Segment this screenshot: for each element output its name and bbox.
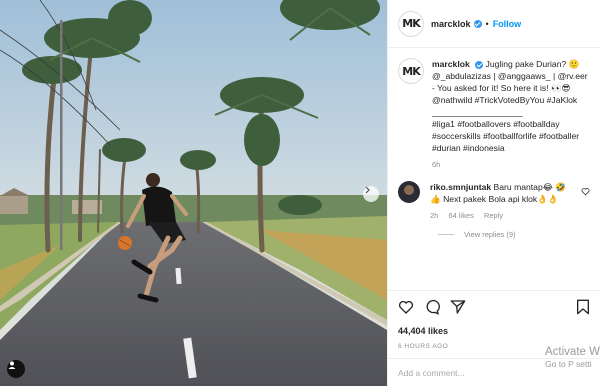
- caption-age[interactable]: 6h: [432, 160, 440, 169]
- mk-logo: MK: [402, 17, 421, 30]
- action-icons: [398, 298, 590, 316]
- replies-line: [438, 234, 454, 235]
- comment-item: riko.smnjuntak Baru mantap😂 🤣👍 Next pake…: [398, 181, 590, 220]
- view-replies-label: View replies (9): [464, 230, 516, 239]
- header-separator: •: [485, 18, 489, 29]
- video-frame: [0, 0, 387, 386]
- windows-activation-watermark: Activate Wi Go to P setti: [545, 346, 600, 370]
- user-tag-icon: [8, 361, 16, 369]
- comment-heart-icon[interactable]: [581, 187, 590, 196]
- verified-badge-icon: [473, 19, 482, 28]
- like-count[interactable]: 44,404 likes: [398, 326, 590, 336]
- caption: MK marcklok Jugling pake Durian? 🙂 @_abd…: [398, 58, 590, 169]
- post-media[interactable]: [0, 0, 387, 386]
- comment-reply-button[interactable]: Reply: [484, 211, 503, 220]
- comment-age[interactable]: 2h: [430, 211, 438, 220]
- bookmark-icon[interactable]: [576, 299, 590, 315]
- instagram-post-view: MK marcklok • Follow MK marcklok Jugling…: [0, 0, 600, 386]
- comment-text: riko.smnjuntak Baru mantap😂 🤣👍 Next pake…: [430, 181, 570, 205]
- comment-username[interactable]: riko.smnjuntak: [430, 182, 491, 192]
- caption-username[interactable]: marcklok: [432, 59, 470, 69]
- comment-likes[interactable]: 64 likes: [448, 211, 473, 220]
- caption-divider: ___________________: [432, 107, 523, 117]
- comment-meta: 2h 64 likes Reply: [430, 211, 570, 220]
- tagged-users-button[interactable]: [7, 360, 25, 378]
- comment-input-placeholder: Add a comment...: [398, 367, 465, 378]
- follow-button[interactable]: Follow: [493, 19, 522, 29]
- heart-icon[interactable]: [398, 299, 414, 315]
- commenter-avatar[interactable]: [398, 181, 420, 203]
- verified-badge-icon: [475, 60, 484, 69]
- chevron-right-icon: [365, 186, 370, 194]
- share-icon[interactable]: [450, 299, 466, 315]
- comments-list[interactable]: MK marcklok Jugling pake Durian? 🙂 @_abd…: [388, 48, 600, 288]
- mk-logo: MK: [402, 64, 421, 78]
- caption-avatar[interactable]: MK: [398, 58, 424, 84]
- next-media-button[interactable]: [363, 186, 379, 202]
- comment-icon[interactable]: [424, 299, 440, 315]
- post-header: MK marcklok • Follow: [388, 0, 600, 48]
- watermark-line-1: Activate Wi: [545, 346, 600, 358]
- watermark-line-2: Go to P setti: [545, 359, 592, 369]
- author-avatar[interactable]: MK: [398, 10, 424, 37]
- post-actions: 44,404 likes 6 HOURS AGO: [388, 290, 600, 350]
- caption-meta: 6h: [432, 160, 592, 169]
- caption-text: marcklok Jugling pake Durian? 🙂 @_abdula…: [432, 58, 592, 106]
- view-replies-button[interactable]: View replies (9): [438, 230, 590, 239]
- author-username[interactable]: marcklok: [431, 19, 471, 29]
- post-sidebar: MK marcklok • Follow MK marcklok Jugling…: [387, 0, 600, 386]
- caption-hashtags[interactable]: #liga1 #footballovers #footballday #socc…: [432, 118, 592, 154]
